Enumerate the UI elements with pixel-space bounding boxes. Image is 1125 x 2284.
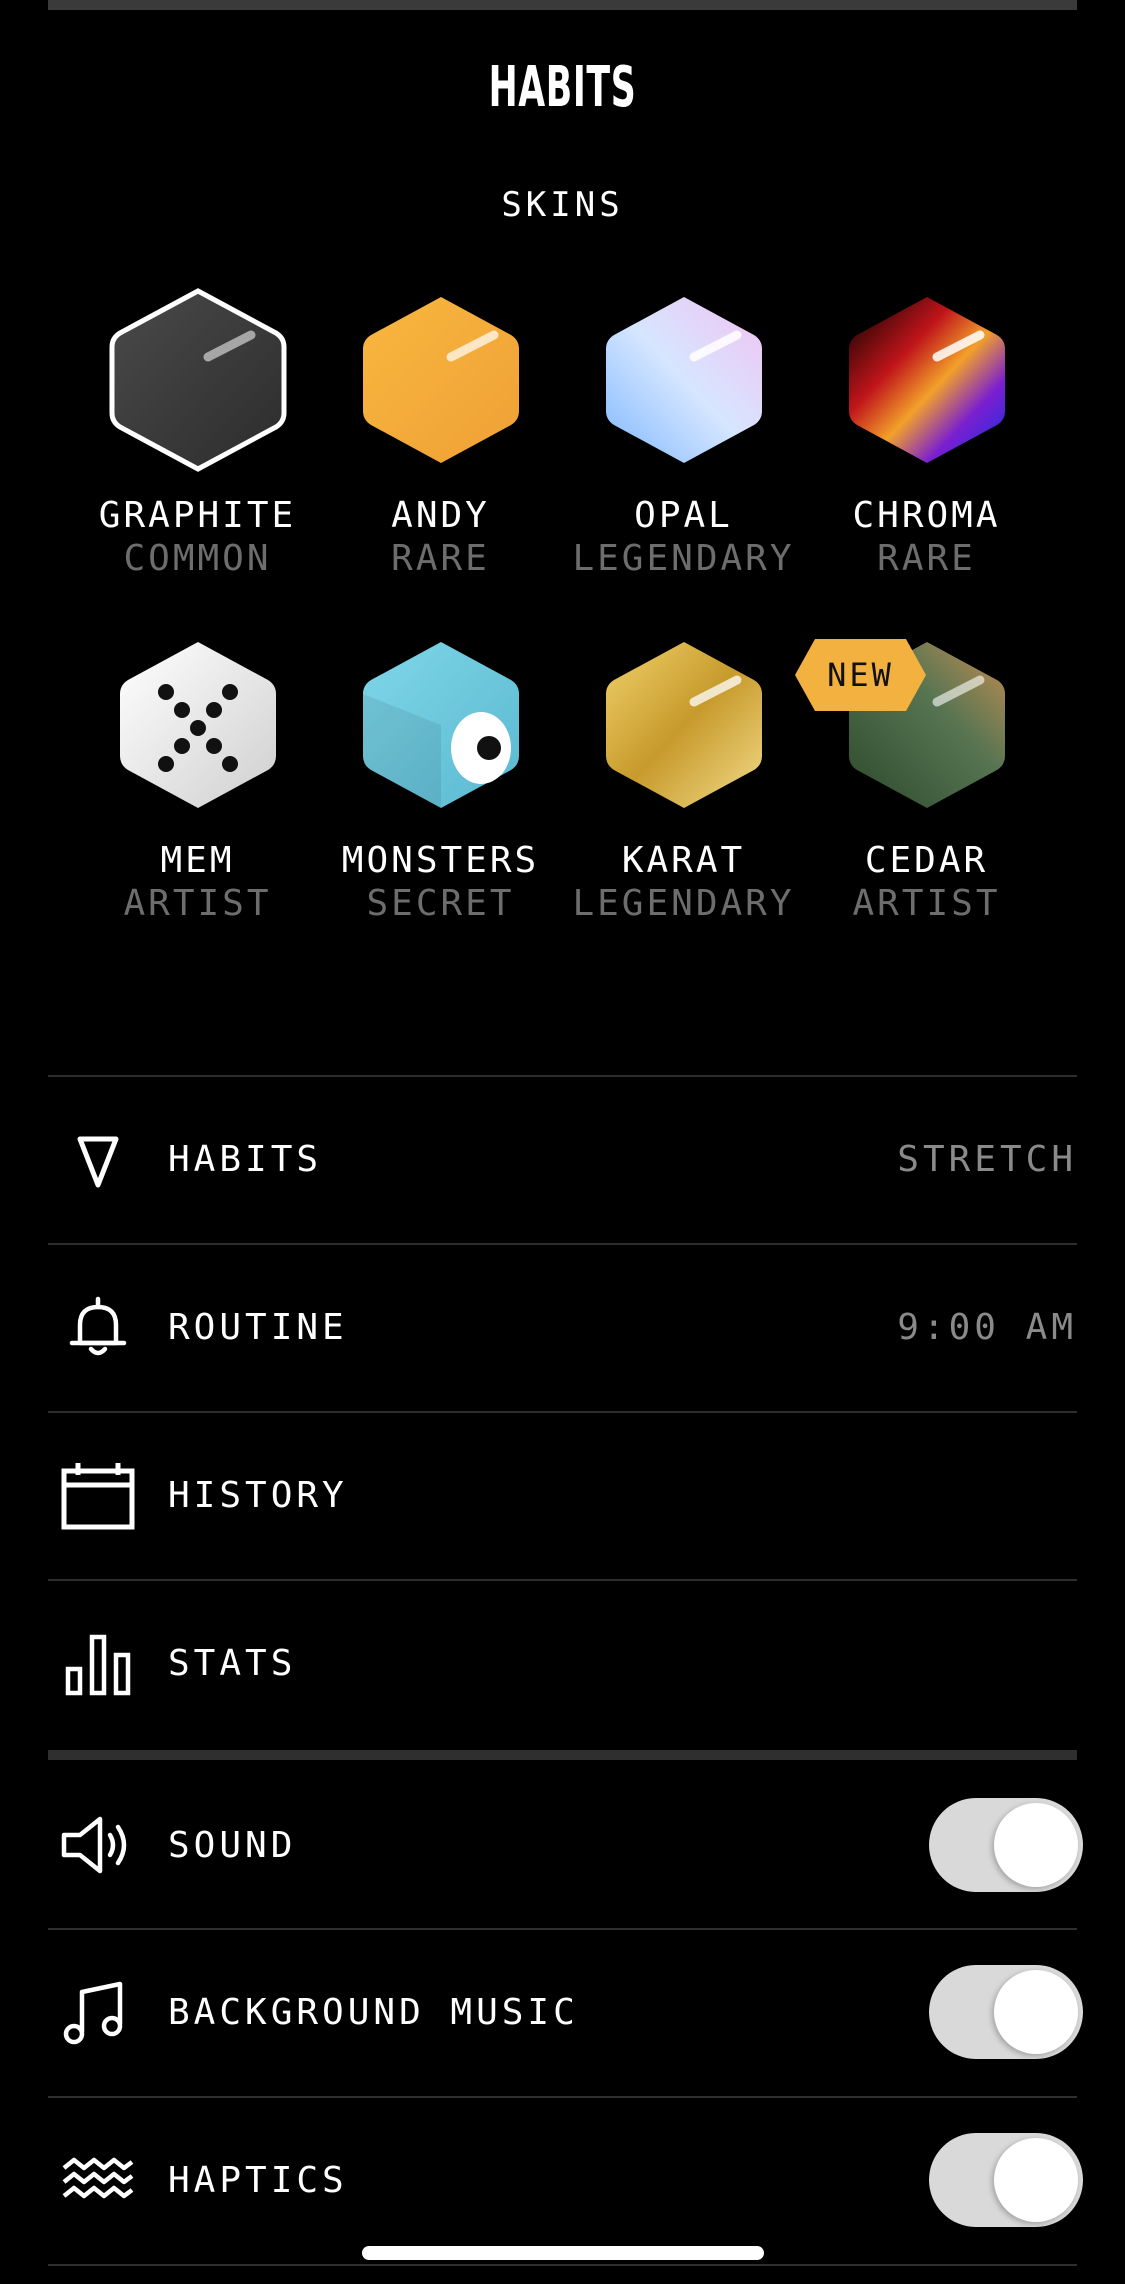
toggle-knob xyxy=(994,1803,1078,1887)
skins-section-label: SKINS xyxy=(501,185,624,225)
settings-row-habits[interactable]: HABITS STRETCH xyxy=(48,1077,1077,1242)
settings-row-history[interactable]: HISTORY xyxy=(48,1413,1077,1578)
skin-rarity: RARE xyxy=(391,538,490,579)
section-divider xyxy=(48,1750,1077,1760)
monsters-eye-icon xyxy=(362,642,519,808)
karat-hexagon-icon xyxy=(605,642,762,808)
row-label: STATS xyxy=(168,1643,297,1684)
settings-row-routine[interactable]: ROUTINE 9:00 AM xyxy=(48,1245,1077,1410)
music-note-icon xyxy=(63,1981,123,2045)
new-badge: NEW xyxy=(793,637,928,713)
skin-rarity: COMMON xyxy=(123,538,272,579)
skin-name: CEDAR xyxy=(864,840,989,881)
waves-icon xyxy=(62,2157,134,2199)
graphite-hexagon-icon xyxy=(109,288,286,472)
triangle-icon xyxy=(77,1136,119,1188)
skin-rarity: LEGENDARY xyxy=(572,538,795,579)
row-label: HABITS xyxy=(168,1139,323,1180)
row-label: SOUND xyxy=(168,1825,297,1866)
bell-icon xyxy=(69,1296,127,1356)
skin-rarity: RARE xyxy=(877,538,976,579)
skin-opal[interactable]: OPAL LEGENDARY xyxy=(562,285,805,581)
speaker-icon xyxy=(61,1816,127,1874)
chroma-hexagon-icon xyxy=(848,297,1005,463)
skin-rarity: ARTIST xyxy=(852,883,1001,924)
skin-name: OPAL xyxy=(634,495,733,536)
skin-name: GRAPHITE xyxy=(98,495,297,536)
divider xyxy=(48,2264,1077,2266)
andy-hexagon-icon xyxy=(362,297,519,463)
row-label: HISTORY xyxy=(168,1475,348,1516)
row-label: ROUTINE xyxy=(168,1307,348,1348)
background-music-toggle[interactable] xyxy=(929,1965,1083,2059)
settings-row-sound: SOUND xyxy=(48,1763,1083,1928)
skin-karat[interactable]: KARAT LEGENDARY xyxy=(562,630,805,926)
settings-row-background-music: BACKGROUND MUSIC xyxy=(48,1930,1083,2095)
skin-mem[interactable]: MEM ARTIST xyxy=(76,630,319,926)
toggle-knob xyxy=(994,2138,1078,2222)
skin-rarity: LEGENDARY xyxy=(572,883,795,924)
row-label: BACKGROUND MUSIC xyxy=(168,1992,579,2033)
skin-monsters[interactable]: MONSTERS SECRET xyxy=(319,630,562,926)
toggle-knob xyxy=(994,1970,1078,2054)
calendar-icon xyxy=(61,1463,135,1530)
skin-name: KARAT xyxy=(621,840,746,881)
home-indicator[interactable] xyxy=(362,2246,764,2260)
skin-chroma[interactable]: CHROMA RARE xyxy=(805,285,1048,581)
row-value: 9:00 AM xyxy=(897,1307,1077,1348)
row-label: HAPTICS xyxy=(168,2160,348,2201)
new-badge-label: NEW xyxy=(827,656,894,694)
skin-graphite[interactable]: GRAPHITE COMMON xyxy=(76,285,319,581)
skin-rarity: ARTIST xyxy=(123,883,272,924)
haptics-toggle[interactable] xyxy=(929,2133,1083,2227)
skin-name: MONSTERS xyxy=(341,840,540,881)
page-title: HABITS xyxy=(488,55,637,120)
skin-name: CHROMA xyxy=(852,495,1001,536)
bar-chart-icon xyxy=(65,1634,131,1696)
mem-dice-icon xyxy=(119,642,276,808)
settings-row-stats[interactable]: STATS xyxy=(48,1581,1077,1746)
skin-andy[interactable]: ANDY RARE xyxy=(319,285,562,581)
top-divider xyxy=(48,0,1077,10)
sound-toggle[interactable] xyxy=(929,1798,1083,1892)
settings-row-haptics: HAPTICS xyxy=(48,2098,1083,2263)
skin-name: ANDY xyxy=(391,495,490,536)
skin-name: MEM xyxy=(160,840,235,881)
row-value: STRETCH xyxy=(897,1139,1077,1180)
opal-hexagon-icon xyxy=(605,297,762,463)
skin-rarity: SECRET xyxy=(366,883,515,924)
